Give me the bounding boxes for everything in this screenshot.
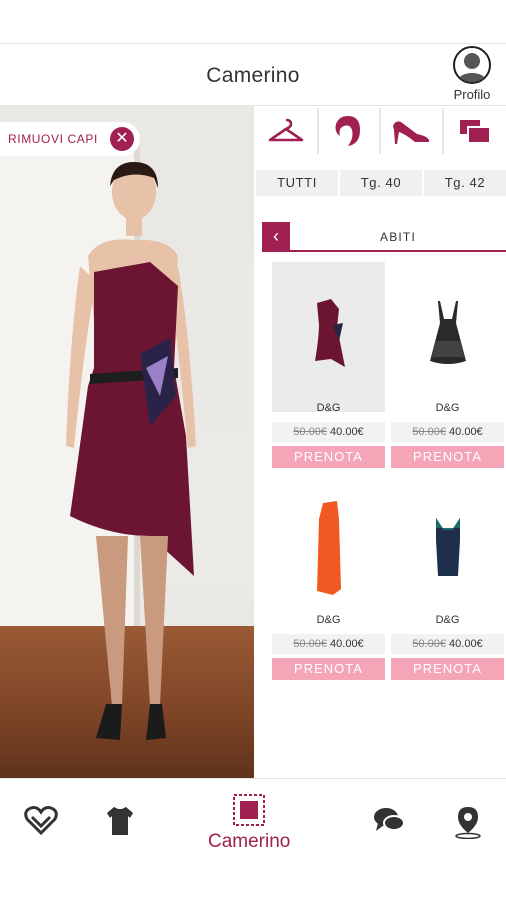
- nav-wardrobe[interactable]: [106, 805, 134, 837]
- product-brand: D&G: [316, 402, 341, 414]
- shoe-icon: [393, 121, 430, 144]
- dress-icon: [429, 301, 466, 364]
- remove-garments-label: RIMUOVI CAPI: [8, 132, 98, 146]
- product-brand: D&G: [435, 614, 460, 626]
- product-card[interactable]: D&G 50.00€ 40.00€ PRENOTA: [272, 262, 385, 468]
- product-card[interactable]: D&G 50.00€ 40.00€ PRENOTA: [391, 474, 504, 680]
- size-tab-42[interactable]: Tg. 42: [424, 170, 506, 196]
- product-price: 50.00€ 40.00€: [391, 634, 504, 654]
- page-title: Camerino: [206, 64, 300, 87]
- hanger-icon: [268, 118, 304, 142]
- old-price: 50.00€: [412, 426, 446, 438]
- nav-fitting-room[interactable]: Camerino: [208, 793, 290, 853]
- model-avatar: [66, 162, 196, 740]
- nav-favorites[interactable]: [24, 805, 58, 835]
- category-hair-button[interactable]: [318, 108, 381, 154]
- product-image: [272, 262, 385, 412]
- reserve-button[interactable]: PRENOTA: [272, 658, 385, 680]
- category-clothes-button[interactable]: [256, 108, 319, 154]
- close-icon: ✕: [110, 127, 134, 151]
- product-card[interactable]: D&G 50.00€ 40.00€ PRENOTA: [272, 474, 385, 680]
- category-shoes-button[interactable]: [381, 108, 444, 154]
- old-price: 50.00€: [293, 638, 327, 650]
- hair-icon: [335, 116, 360, 146]
- size-filter-bar: TUTTI Tg. 40 Tg. 42: [256, 170, 506, 196]
- product-image: [272, 474, 385, 624]
- profile-label: Profilo: [453, 87, 491, 102]
- status-area: [0, 0, 506, 44]
- chat-icon: [374, 808, 405, 831]
- reserve-button[interactable]: PRENOTA: [391, 658, 504, 680]
- user-icon: [457, 53, 487, 82]
- reserve-button[interactable]: PRENOTA: [272, 446, 385, 468]
- nav-fitting-room-label: Camerino: [208, 831, 291, 852]
- heart-icon: [24, 806, 58, 835]
- product-price: 50.00€ 40.00€: [391, 422, 504, 442]
- product-brand: D&G: [435, 402, 460, 414]
- new-price: 40.00€: [449, 426, 483, 438]
- profile-button[interactable]: Profilo: [444, 46, 500, 104]
- layers-icon: [459, 120, 491, 144]
- nav-stores[interactable]: [454, 805, 482, 839]
- dress-icon: [435, 518, 460, 576]
- bottom-spacer: [0, 868, 506, 900]
- remove-garments-button[interactable]: RIMUOVI CAPI ✕: [0, 122, 140, 156]
- app-header: Camerino Profilo: [0, 44, 506, 106]
- chevron-left-icon[interactable]: ‹: [262, 222, 290, 250]
- category-accessories-button[interactable]: [443, 108, 506, 154]
- reserve-button[interactable]: PRENOTA: [391, 446, 504, 468]
- bottom-navigation: Camerino: [0, 778, 506, 868]
- new-price: 40.00€: [330, 638, 364, 650]
- old-price: 50.00€: [412, 638, 446, 650]
- size-tab-all[interactable]: TUTTI: [256, 170, 340, 196]
- product-image: [391, 474, 504, 624]
- shirt-icon: [107, 807, 133, 835]
- category-toolbar: [256, 108, 506, 154]
- new-price: 40.00€: [449, 638, 483, 650]
- dress-icon: [314, 299, 345, 367]
- product-price: 50.00€ 40.00€: [272, 422, 385, 442]
- fitting-room-icon: [233, 794, 266, 826]
- section-title: ABITI: [379, 230, 416, 244]
- old-price: 50.00€: [293, 426, 327, 438]
- nav-chat[interactable]: [372, 805, 406, 835]
- new-price: 40.00€: [330, 426, 364, 438]
- product-price: 50.00€ 40.00€: [272, 634, 385, 654]
- avatar-stage: RIMUOVI CAPI ✕: [0, 106, 254, 778]
- product-brand: D&G: [316, 614, 341, 626]
- section-header: ‹ ABITI: [262, 222, 506, 252]
- product-image: [391, 262, 504, 412]
- product-card[interactable]: D&G 50.00€ 40.00€ PRENOTA: [391, 262, 504, 468]
- size-tab-40[interactable]: Tg. 40: [340, 170, 424, 196]
- avatar: [453, 46, 491, 84]
- dress-icon: [316, 501, 341, 595]
- location-pin-icon: [455, 807, 481, 839]
